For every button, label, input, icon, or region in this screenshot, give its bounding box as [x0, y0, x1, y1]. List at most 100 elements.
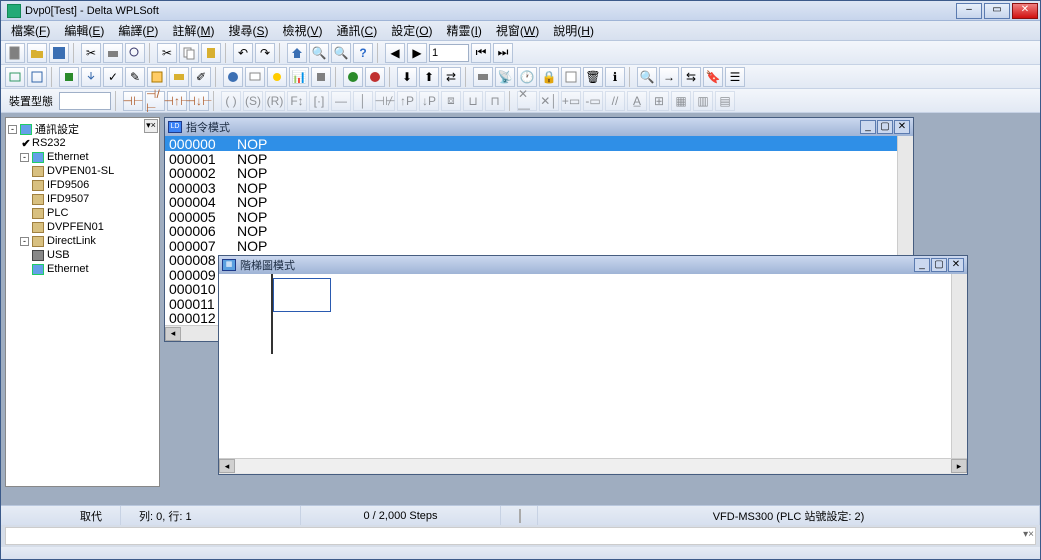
tree-eth-1[interactable]: IFD9506	[47, 179, 89, 191]
preview-button[interactable]	[125, 43, 145, 63]
ladder-min-button[interactable]: _	[914, 258, 930, 272]
ladder-close-button[interactable]: ✕	[948, 258, 964, 272]
ld-del-hline-button[interactable]: ✕—	[517, 91, 537, 111]
run-button[interactable]	[343, 67, 363, 87]
bookmark-button[interactable]: 🔖	[703, 67, 723, 87]
ld-coil-button[interactable]: ( )	[221, 91, 241, 111]
ld-contact-nc-button[interactable]: ⊣/⊢	[145, 91, 165, 111]
undo-button[interactable]: ↶	[233, 43, 253, 63]
memory-button[interactable]	[169, 67, 189, 87]
home-button[interactable]	[287, 43, 307, 63]
find-button[interactable]: 🔍	[637, 67, 657, 87]
tree-root-toggle[interactable]: -	[8, 125, 17, 134]
ld-view1-button[interactable]: ▥	[693, 91, 713, 111]
ld-app-button[interactable]: [·]	[309, 91, 329, 111]
menu-comm[interactable]: 通訊(C)	[331, 20, 384, 41]
ld-view2-button[interactable]: ▤	[715, 91, 735, 111]
zoom-out-button[interactable]: 🔍	[331, 43, 351, 63]
register-button[interactable]	[561, 67, 581, 87]
tree-close-button[interactable]: ▾×	[144, 119, 158, 133]
list-button[interactable]: ☰	[725, 67, 745, 87]
check-button[interactable]: ✓	[103, 67, 123, 87]
info-button[interactable]: ℹ	[605, 67, 625, 87]
instruction-row[interactable]: 000000NOP	[165, 136, 913, 151]
device-button[interactable]	[311, 67, 331, 87]
format-button[interactable]	[473, 67, 493, 87]
edit-button[interactable]: ✎	[125, 67, 145, 87]
tree-rs232[interactable]: RS232	[32, 137, 66, 149]
instruction-row[interactable]: 000003NOP	[165, 180, 913, 195]
device-type-input[interactable]	[59, 92, 111, 110]
compare-button[interactable]: ⇄	[441, 67, 461, 87]
instr-min-button[interactable]: _	[860, 120, 876, 134]
help-button[interactable]: ?	[353, 43, 373, 63]
clock-button[interactable]: 🕐	[517, 67, 537, 87]
cut2-button[interactable]: ✂	[157, 43, 177, 63]
ld-contact-no-button[interactable]: ⊣⊢	[123, 91, 143, 111]
download-button[interactable]: ⬇	[397, 67, 417, 87]
menu-edit[interactable]: 編輯(E)	[58, 20, 110, 41]
ld-dpulse-button[interactable]: ↓P	[419, 91, 439, 111]
ld-falling-button[interactable]: ⊣↓⊢	[189, 91, 209, 111]
maximize-button[interactable]: ▭	[984, 3, 1010, 19]
open-button[interactable]	[27, 43, 47, 63]
ladder-max-button[interactable]: ▢	[931, 258, 947, 272]
password-button[interactable]: 🔒	[539, 67, 559, 87]
goto-button[interactable]: →	[659, 67, 679, 87]
ld-reset-button[interactable]: (R)	[265, 91, 285, 111]
ladder-vscrollbar[interactable]	[951, 274, 967, 458]
ld-delete-row-button[interactable]: -▭	[583, 91, 603, 111]
ladder-hscrollbar[interactable]: ◂ ▸	[219, 458, 967, 474]
replace-button[interactable]: ⇆	[681, 67, 701, 87]
ld-inv-button[interactable]: ⊣⊬	[375, 91, 395, 111]
step-last-button[interactable]: ⏭	[493, 43, 513, 63]
clear-button[interactable]: 🗑	[583, 67, 603, 87]
menu-search[interactable]: 搜尋(S)	[222, 20, 274, 41]
ld-set-button[interactable]: (S)	[243, 91, 263, 111]
close-button[interactable]: ✕	[1012, 3, 1038, 19]
tree-directlink[interactable]: DirectLink	[47, 235, 96, 247]
transfer-button[interactable]	[81, 67, 101, 87]
ld-hline-button[interactable]: —	[331, 91, 351, 111]
tree-eth-toggle[interactable]: -	[20, 153, 29, 162]
ld-grid-button[interactable]: ⊞	[649, 91, 669, 111]
ld-label-button[interactable]: A̲	[627, 91, 647, 111]
ld-vline-button[interactable]: │	[353, 91, 373, 111]
zoom-in-button[interactable]: 🔍	[309, 43, 329, 63]
menu-help[interactable]: 說明(H)	[547, 20, 600, 41]
compile-button[interactable]	[59, 67, 79, 87]
new-button[interactable]	[5, 43, 25, 63]
cut-button[interactable]: ✂	[81, 43, 101, 63]
print-button[interactable]	[103, 43, 123, 63]
ld-snap-button[interactable]: ▦	[671, 91, 691, 111]
ld-cmp-button[interactable]: ⧈	[441, 91, 461, 111]
ld-insert-row-button[interactable]: +▭	[561, 91, 581, 111]
menu-window[interactable]: 視窗(W)	[490, 20, 545, 41]
comm-button[interactable]: 📡	[495, 67, 515, 87]
tree-dl-usb[interactable]: USB	[47, 249, 70, 261]
ld-pulse-button[interactable]: ↑P	[397, 91, 417, 111]
minimize-button[interactable]: –	[956, 3, 982, 19]
tree-dl-toggle[interactable]: -	[20, 237, 29, 246]
table-button[interactable]	[147, 67, 167, 87]
tree-dl-eth[interactable]: Ethernet	[47, 263, 89, 275]
ld-del-vline-button[interactable]: ✕│	[539, 91, 559, 111]
save-button[interactable]	[49, 43, 69, 63]
ld-and-button[interactable]: ⊓	[485, 91, 505, 111]
instruction-mode-button[interactable]	[27, 67, 47, 87]
online-button[interactable]	[267, 67, 287, 87]
tree-eth-3[interactable]: PLC	[47, 207, 68, 219]
ladder-scroll-track[interactable]	[235, 459, 951, 473]
instr-close-button[interactable]: ✕	[894, 120, 910, 134]
output-pane-close[interactable]: ▾×	[1023, 529, 1034, 540]
instruction-row[interactable]: 000006NOP	[165, 223, 913, 238]
tree-eth-0[interactable]: DVPEN01-SL	[47, 165, 114, 177]
simulate-button[interactable]	[223, 67, 243, 87]
instruction-row[interactable]: 000002NOP	[165, 165, 913, 180]
instruction-row[interactable]: 000007NOP	[165, 238, 913, 253]
ladder-scroll-left-button[interactable]: ◂	[219, 459, 235, 473]
upload-button[interactable]: ⬆	[419, 67, 439, 87]
ld-func-button[interactable]: F↕	[287, 91, 307, 111]
tree-ethernet[interactable]: Ethernet	[47, 151, 89, 163]
step-first-button[interactable]: ⏮	[471, 43, 491, 63]
